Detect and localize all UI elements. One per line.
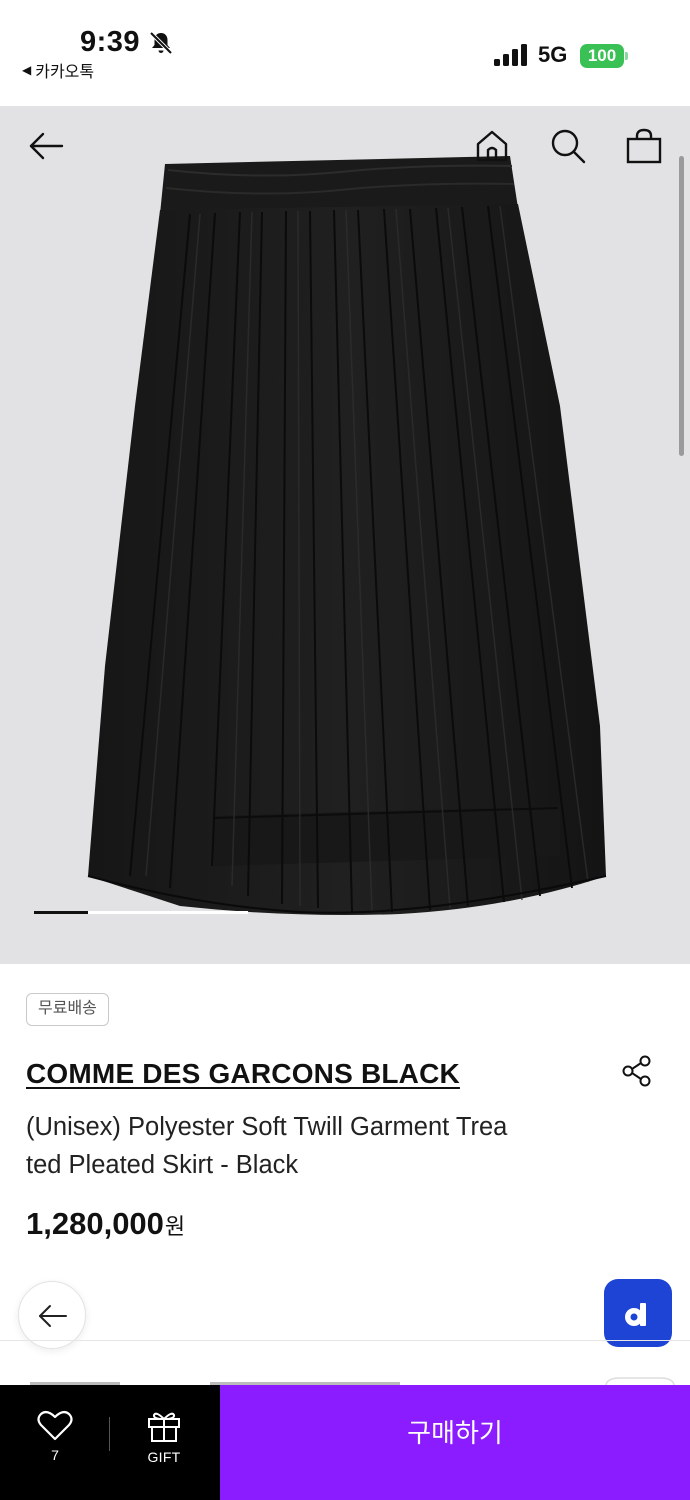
buy-button[interactable]: 구매하기 bbox=[220, 1385, 690, 1500]
floating-back-button[interactable] bbox=[18, 1281, 86, 1349]
product-image-carousel[interactable] bbox=[0, 106, 690, 964]
signal-icon bbox=[494, 44, 527, 66]
back-app-label: 카카오톡 bbox=[35, 64, 95, 81]
like-count: 7 bbox=[51, 1447, 59, 1463]
gift-icon bbox=[148, 1412, 180, 1442]
bottom-action-bar: 7 GIFT 구매하기 bbox=[0, 1385, 690, 1500]
battery-level: 100 bbox=[580, 44, 624, 68]
product-price: 1,280,000원 bbox=[26, 1206, 185, 1242]
product-image bbox=[87, 156, 607, 915]
image-progress-fill bbox=[34, 911, 88, 914]
brand-name-link[interactable]: COMME DES GARCONS BLACK bbox=[26, 1058, 460, 1090]
network-type: 5G bbox=[538, 42, 568, 67]
gift-label: GIFT bbox=[147, 1449, 181, 1465]
section-divider bbox=[0, 1340, 690, 1341]
page-scrollbar[interactable] bbox=[679, 156, 684, 456]
free-shipping-badge: 무료배송 bbox=[26, 993, 109, 1026]
like-button[interactable]: 7 bbox=[20, 1403, 90, 1473]
status-time: 9:39 bbox=[80, 26, 141, 58]
battery-indicator: 100 bbox=[580, 44, 628, 68]
action-separator bbox=[109, 1417, 110, 1451]
status-bar: 9:39 ◀ 카카오톡 5G 100 bbox=[0, 0, 690, 106]
product-name: (Unisex) Polyester Soft Twill Garment Tr… bbox=[26, 1108, 566, 1184]
gift-button[interactable]: GIFT bbox=[128, 1403, 200, 1473]
product-name-line-2: ted Pleated Skirt - Black bbox=[26, 1151, 299, 1179]
partially-hidden-row bbox=[30, 1377, 675, 1386]
heart-icon bbox=[37, 1410, 73, 1441]
back-arrow-icon[interactable] bbox=[26, 126, 66, 166]
back-triangle-icon: ◀ bbox=[22, 63, 32, 77]
back-arrow-icon bbox=[39, 1305, 67, 1327]
app-launcher-button[interactable] bbox=[604, 1279, 672, 1347]
battery-cap bbox=[625, 52, 628, 60]
shopping-bag-icon[interactable] bbox=[624, 126, 664, 166]
home-icon[interactable] bbox=[472, 126, 512, 166]
app-logo-icon bbox=[625, 1303, 646, 1326]
bell-slash-icon bbox=[149, 31, 173, 55]
share-icon[interactable] bbox=[620, 1054, 654, 1088]
price-value: 1,280,000 bbox=[26, 1206, 164, 1241]
product-name-line-1: (Unisex) Polyester Soft Twill Garment Tr… bbox=[26, 1113, 508, 1141]
price-unit: 원 bbox=[164, 1214, 186, 1239]
back-to-app-link[interactable]: ◀ 카카오톡 bbox=[22, 58, 94, 82]
product-page: 9:39 ◀ 카카오톡 5G 100 무료배송 COMME DES GARCON… bbox=[0, 0, 690, 1500]
search-icon[interactable] bbox=[548, 126, 588, 166]
bottom-left-actions: 7 GIFT bbox=[0, 1385, 220, 1500]
image-progress-track bbox=[34, 911, 248, 914]
